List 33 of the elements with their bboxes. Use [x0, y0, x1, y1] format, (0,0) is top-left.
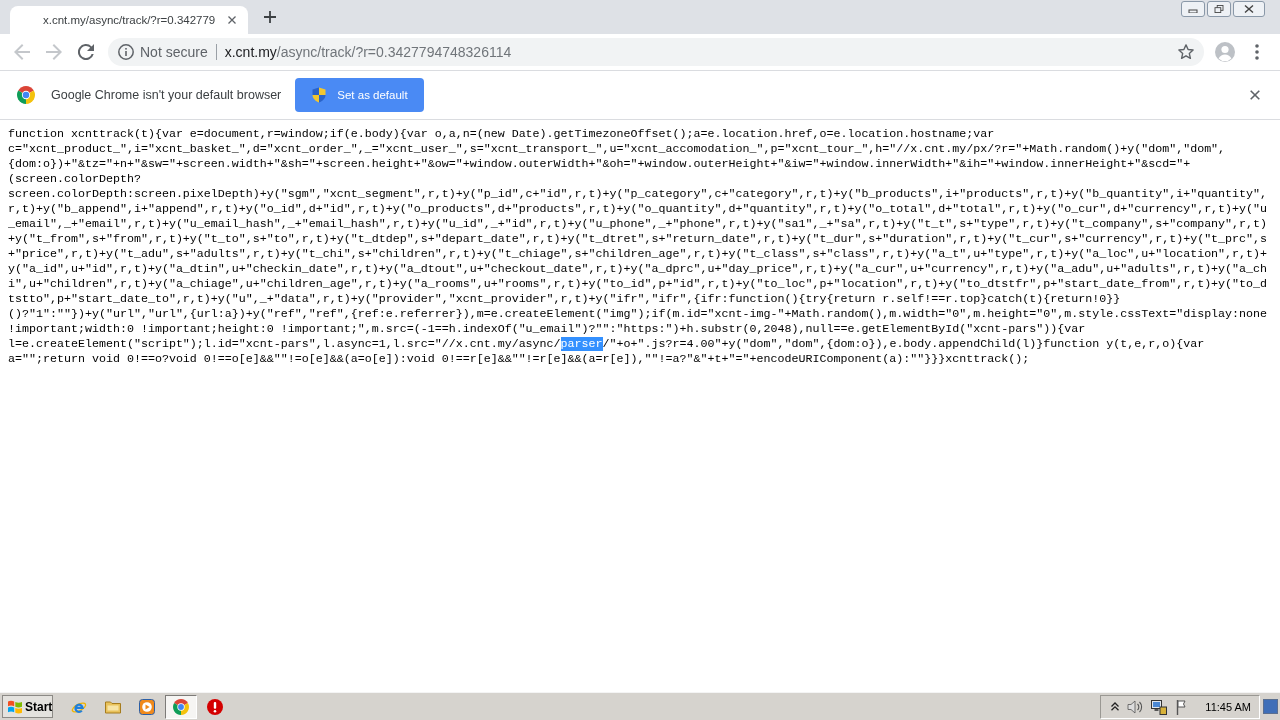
security-label: Not secure [140, 44, 208, 60]
restore-button[interactable] [1207, 1, 1231, 17]
close-icon [228, 16, 236, 24]
right-arrow-icon [46, 44, 62, 60]
play-icon [139, 698, 155, 715]
close-icon [1244, 5, 1254, 13]
alert-icon [207, 698, 223, 715]
left-arrow-icon [14, 44, 30, 60]
address-bar[interactable]: Not secure x.cnt.my/async/track/?r=0.3427794748326114 [108, 38, 1204, 66]
round-logo-icon [17, 86, 35, 104]
round-logo-icon [173, 698, 189, 715]
menu-icon [1255, 44, 1259, 60]
info-icon [118, 44, 134, 60]
url-text[interactable]: x.cnt.my/async/track/?r=0.3427794748326114 [224, 44, 512, 60]
taskbar-app-button[interactable] [165, 694, 197, 719]
infobar-message: Google Chrome isn't your default browser [51, 88, 282, 102]
browser-tab[interactable]: x.cnt.my/async/track/?r=0.342779 [10, 6, 248, 34]
shield-icon [311, 87, 328, 103]
avatar-icon [1215, 42, 1235, 62]
flag-logo-icon [7, 698, 23, 715]
network-icon[interactable] [1151, 698, 1168, 715]
start-button[interactable]: Start [2, 695, 53, 718]
page-source-text: function xcnttrack(t){var e=document,r=window;if(e.body){var o,a,n=(new Date).getTimezoneOffset();a=e.location.href,o=e.location.hostname;var c="xcnt_product_",i="xcnt_basket_",d="xcnt_order_",_="xcnt_user_",s="xcnt_transport_",u="xcnt_accomodation_",p="xcnt_tour_",h="//x.cnt.my/px/?r="+Math.random()+y("dom","dom",{dom:o})+"&tz="+n+"&sw="+screen.width+"&sh="+screen.height+"&ow="+window.outerWidth+"&oh="+window.outerHeight+"&iw="+window.innerWidth+"&ih="+window.innerHeight+"&scd="+(screen.colorDepth?screen.colorDepth:screen.pixelDepth)+y("sgm","xcnt_segment",r,t)+y("p_id",c+"id",r,t)+y("p_category",c+"category",r,t)+y("b_products",i+"products",r,t)+y("b_quantity",i+"quantity",r,t)+y("b_append",i+"append",r,t)+y("o_id",d+"id",r,t)+y("o_products",d+"products",r,t)+y("o_quantity",d+"quantity",r,t)+y("o_total",d+"total",r,t)+y("o_cur",d+"currency",r,t)+y("u_email",_+"email",r,t)+y("u_email_hash",_+"email_hash",r,t)+y("u_id",_+"id",r,t)+y("u_phone",_+"phone",r,t)+y("sa1",_+"sa",r,t)+y("t_t",s+"type",r,t)+y("t_company",s+"company",r,t)+y("t_from",s+"from",r,t)+y("t_to",s+"to",r,t)+y("t_dtdep",s+"depart_date",r,t)+y("t_dtret",s+"return_date",r,t)+y("t_dur",s+"duration",r,t)+y("t_cur",s+"currency",r,t)+y("t_prc",s+"price",r,t)+y("t_adu",s+"adults",r,t)+y("t_chi",s+"children",r,t)+y("t_chiage",s+"children_age",r,t)+y("t_class",s+"class",r,t)+y("a_t",u+"type",r,t)+y("a_loc",u+"location",r,t)+y("a_id",u+"id",r,t)+y("a_dtin",u+"checkin_date",r,t)+y("a_dtout",u+"checkout_date",r,t)+y("a_dprc",u+"day_price",r,t)+y("a_cur",u+"currency",r,t)+y("a_adu",u+"adults",r,t)+y("a_chi",u+"children",r,t)+y("a_chiage",u+"children_age",r,t)+y("a_rooms",u+"rooms",r,t)+y("to_id",p+"id",r,t)+y("to_loc",p+"location",r,t)+y("to_dtstfr",p+"start_date_from",r,t)+y("to_dtstto",p+"start_date_to",r,t)+y("u",_+"data",r,t)+y("provider","xcnt_provider",r,t)+y("ifr","ifr",{ifr:function(){try{return r.self!==r.top}catch(t){return!0}}()?"1":""})+y("url","url",{url:a})+y("ref","ref",{ref:e.referrer}),m=e.createElement("img");if(m.id="xcnt-img-"+Math.random(),m.width="0",m.height="0",m.style.cssText="display:none !important;width:0 !important;height:0 !important;",m.src=(-1==h.indexOf("u_email")?"":"https:")+h.substr(0,2048),null==e.getElementById("xcnt-pars")){var l=e.createElement("script");l.id="xcnt-pars",l.async=1,l.src="//x.cnt.my/async/parser/"+o+".js?r=4.00"+y("dom","dom",{dom:o}),e.body.appendChild(l)}function y(t,e,r,o){var a="";return void 0!==o?void 0!==o[e]&&""!=o[e]&&(a=o[e]):void 0!==r[e]&&""!=r[e]&&(a=r[e]),""!=a?"&"+t+"="+encodeURIComponent(a):""}}}xcnttrack(); [8, 127, 1269, 367]
speaker-icon[interactable] [1127, 698, 1144, 715]
clock-text[interactable]: 11:45 AM [1205, 700, 1251, 713]
restore-icon [1214, 5, 1224, 13]
window-close-button[interactable] [1233, 1, 1265, 17]
folder-icon [105, 698, 121, 715]
chevron-up-icon[interactable] [1111, 702, 1120, 711]
star-icon [1178, 44, 1194, 60]
close-icon [1250, 90, 1260, 100]
plus-icon [264, 11, 276, 23]
reload-icon [78, 44, 94, 60]
